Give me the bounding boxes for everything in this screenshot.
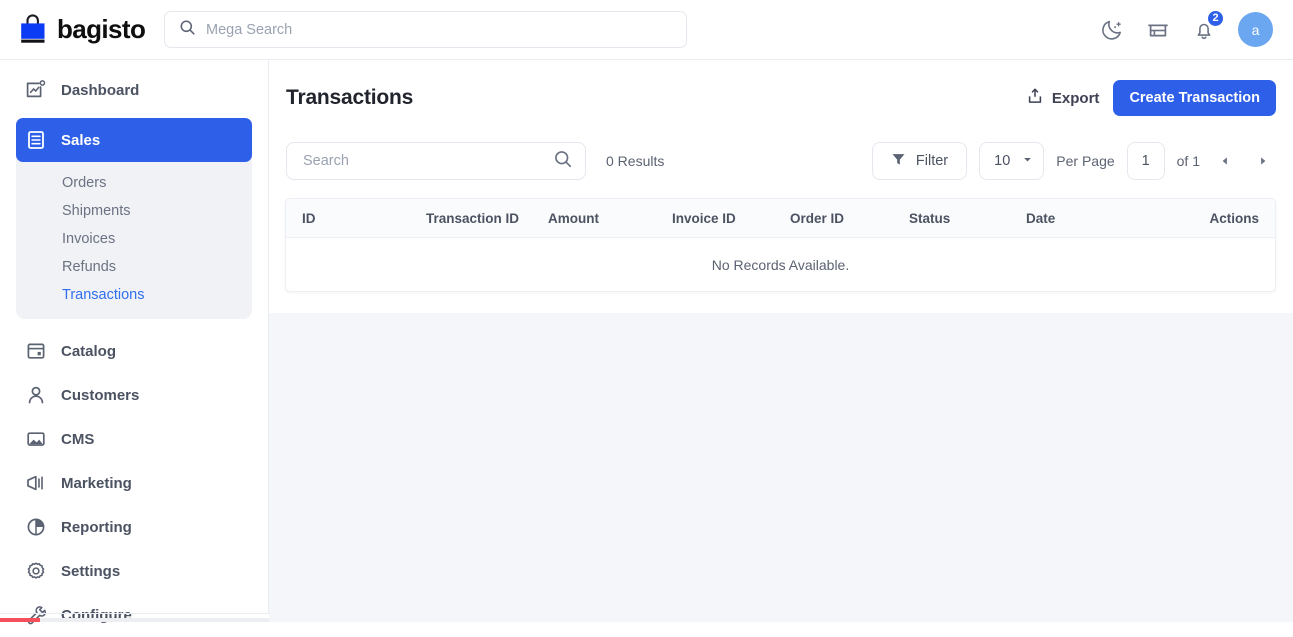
user-icon (25, 384, 47, 406)
export-button[interactable]: Export (1026, 87, 1100, 109)
moon-icon[interactable] (1100, 18, 1124, 42)
sidebar-subitem-invoices[interactable]: Invoices (16, 225, 252, 253)
next-page-button[interactable] (1250, 148, 1276, 174)
search-placeholder: Search (303, 153, 553, 169)
search-input[interactable]: Search (286, 142, 586, 180)
sidebar-subitem-transactions[interactable]: Transactions (16, 281, 252, 309)
brand-name: bagisto (57, 14, 145, 45)
catalog-grid-icon (25, 340, 47, 362)
sidebar-item-settings[interactable]: Settings (16, 549, 252, 593)
export-label: Export (1052, 90, 1100, 107)
pie-chart-icon (25, 516, 47, 538)
sidebar-bottom-divider (0, 613, 269, 614)
column-header-order-id[interactable]: Order ID (790, 211, 909, 226)
list-document-icon (25, 129, 47, 151)
page-header-actions: Export Create Transaction (1026, 80, 1276, 116)
sidebar-item-label: Customers (61, 387, 139, 404)
filter-button[interactable]: Filter (872, 142, 967, 180)
sidebar-item-marketing[interactable]: Marketing (16, 461, 252, 505)
datagrid-toolbar: Search 0 Results Filter 10 (286, 141, 1276, 181)
column-header-invoice-id[interactable]: Invoice ID (672, 211, 790, 226)
per-page-select[interactable]: 10 (979, 142, 1044, 180)
toolbar-right-group: Filter 10 Per Page of 1 (872, 142, 1276, 180)
per-page-value: 10 (994, 153, 1010, 169)
sidebar-subitem-orders[interactable]: Orders (16, 169, 252, 197)
chart-square-icon (25, 79, 47, 101)
bell-icon[interactable]: 2 (1192, 18, 1216, 42)
column-header-actions: Actions (1166, 211, 1259, 226)
brand-logo-link[interactable]: bagisto (18, 14, 150, 45)
sidebar-sales-submenu: Orders Shipments Invoices Refunds Transa… (16, 162, 252, 309)
sidebar-item-label: Marketing (61, 475, 132, 492)
total-pages-label: of 1 (1177, 153, 1200, 169)
create-transaction-button[interactable]: Create Transaction (1113, 80, 1276, 116)
storefront-icon[interactable] (1146, 18, 1170, 42)
sidebar: Dashboard Sales Orders Shipments Invoice… (0, 60, 269, 613)
column-header-status[interactable]: Status (909, 211, 1026, 226)
avatar[interactable]: a (1238, 12, 1273, 47)
sidebar-item-label: CMS (61, 431, 94, 448)
page-number-input[interactable] (1127, 142, 1165, 180)
sidebar-item-catalog[interactable]: Catalog (16, 329, 252, 373)
sidebar-item-reporting[interactable]: Reporting (16, 505, 252, 549)
main-content: Transactions Export Create Transaction S… (269, 60, 1293, 622)
sidebar-item-customers[interactable]: Customers (16, 373, 252, 417)
wrench-icon (25, 604, 47, 626)
page-title: Transactions (286, 86, 413, 110)
gear-icon (25, 560, 47, 582)
sidebar-item-label: Catalog (61, 343, 116, 360)
funnel-icon (891, 152, 906, 171)
sidebar-subitem-shipments[interactable]: Shipments (16, 197, 252, 225)
filter-label: Filter (916, 153, 948, 169)
column-header-date[interactable]: Date (1026, 211, 1166, 226)
shopping-bag-icon (18, 14, 48, 45)
page-header: Transactions Export Create Transaction (286, 77, 1276, 119)
empty-state-message: No Records Available. (286, 238, 1275, 292)
transactions-table: ID Transaction ID Amount Invoice ID Orde… (285, 198, 1276, 292)
sidebar-item-label: Settings (61, 563, 120, 580)
progress-bar-track (0, 618, 269, 622)
column-header-transaction-id[interactable]: Transaction ID (426, 211, 548, 226)
search-icon (179, 19, 196, 41)
sidebar-item-cms[interactable]: CMS (16, 417, 252, 461)
top-bar-actions: 2 a (1100, 12, 1273, 47)
megaphone-icon (25, 472, 47, 494)
sidebar-item-sales[interactable]: Sales (16, 118, 252, 162)
search-icon[interactable] (553, 149, 573, 174)
per-page-label: Per Page (1056, 153, 1114, 169)
upload-box-icon (1026, 87, 1044, 109)
progress-bar-fill (0, 618, 40, 622)
sidebar-item-configure[interactable]: Configure (16, 593, 252, 637)
previous-page-button[interactable] (1212, 148, 1238, 174)
top-bar: bagisto Mega Search (0, 0, 1293, 60)
chevron-down-icon (1022, 153, 1033, 169)
sidebar-item-dashboard[interactable]: Dashboard (16, 68, 252, 112)
sidebar-item-label: Dashboard (61, 82, 139, 99)
sidebar-subitem-refunds[interactable]: Refunds (16, 253, 252, 281)
sidebar-group-sales: Sales Orders Shipments Invoices Refunds … (16, 118, 252, 319)
mega-search-input[interactable]: Mega Search (164, 11, 687, 48)
results-count: 0 Results (606, 153, 664, 169)
column-header-id[interactable]: ID (302, 211, 426, 226)
sidebar-item-label: Sales (61, 132, 100, 149)
notification-badge: 2 (1206, 9, 1225, 28)
mega-search-placeholder: Mega Search (206, 22, 292, 38)
column-header-amount[interactable]: Amount (548, 211, 672, 226)
sidebar-item-label: Reporting (61, 519, 132, 536)
table-header-row: ID Transaction ID Amount Invoice ID Orde… (286, 199, 1275, 238)
image-icon (25, 428, 47, 450)
